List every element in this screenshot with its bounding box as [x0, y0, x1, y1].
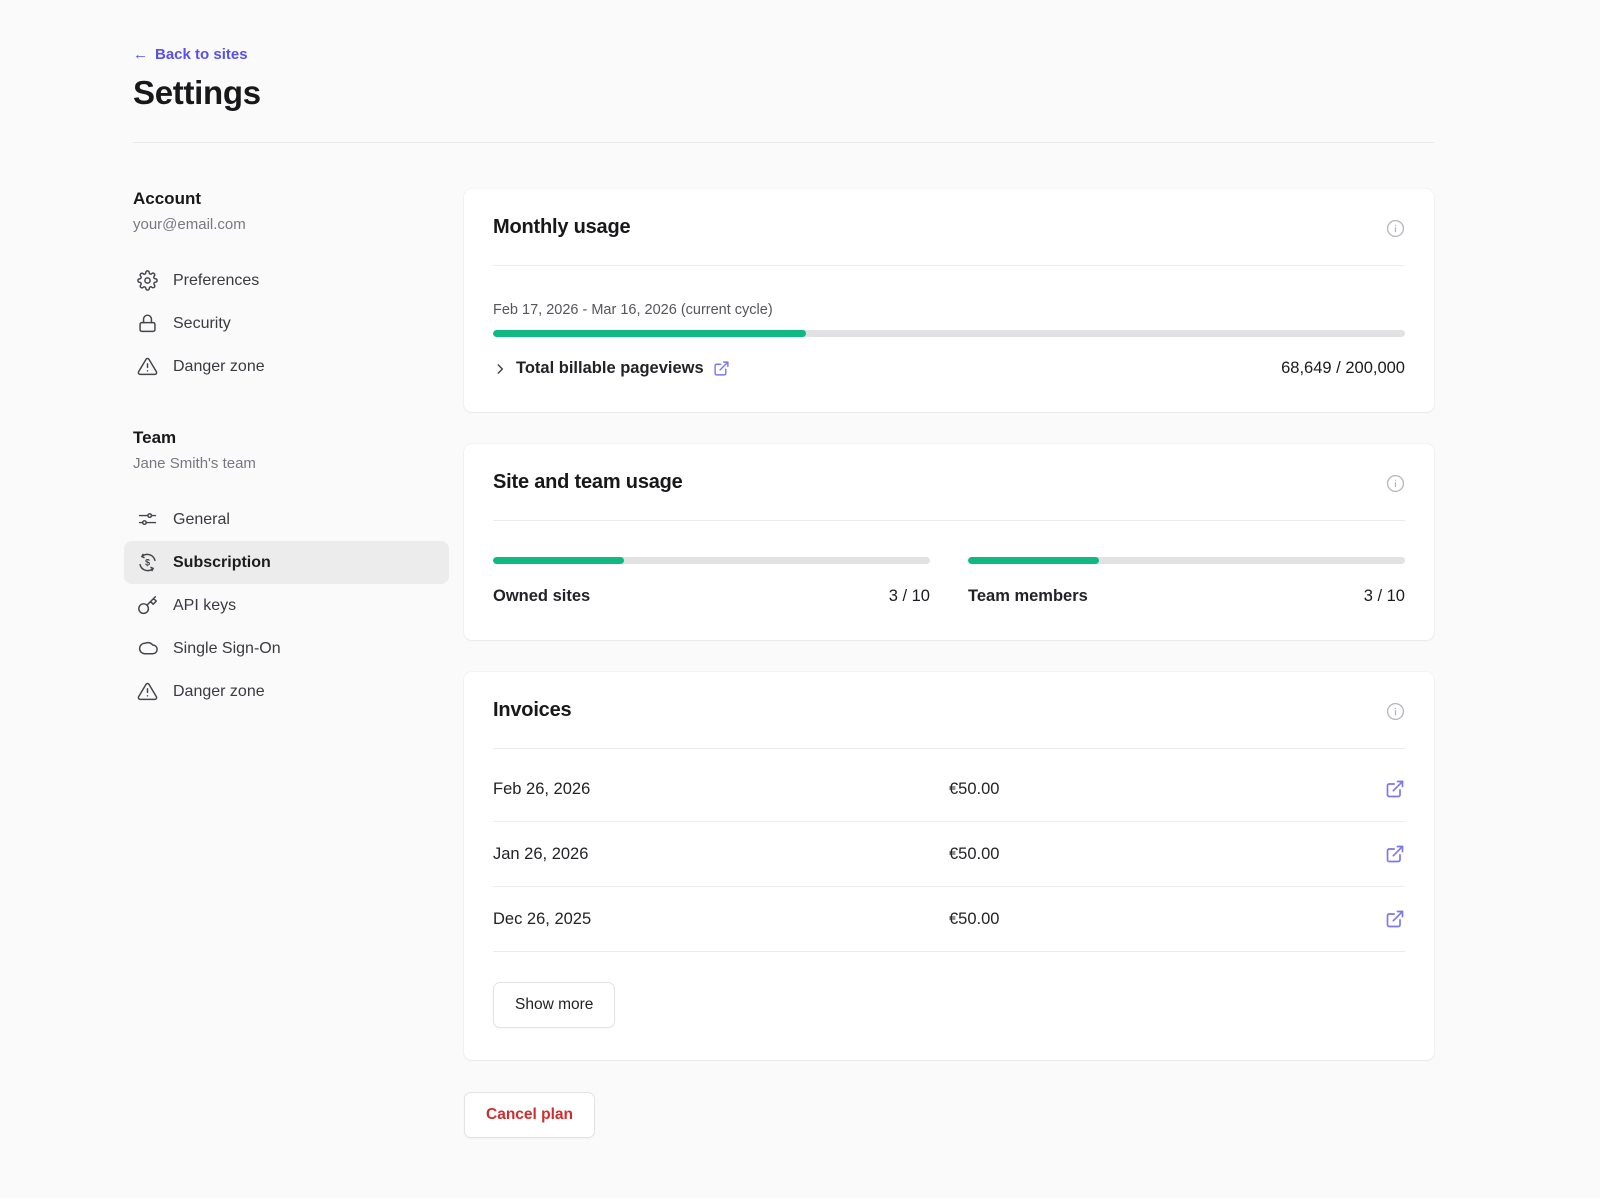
- owned-sites-label: Owned sites: [493, 587, 590, 606]
- team-section: Team Jane Smith's team General $ Subscri…: [133, 428, 440, 713]
- pageviews-progress-fill: [493, 330, 806, 337]
- invoice-amount: €50.00: [949, 910, 1385, 929]
- account-heading: Account: [133, 189, 440, 209]
- team-name: Jane Smith's team: [133, 455, 440, 472]
- settings-sidebar: Account your@email.com Preferences Secur…: [133, 189, 440, 1138]
- sidebar-item-label: Danger zone: [173, 683, 265, 701]
- sliders-icon: [137, 509, 158, 530]
- account-email: your@email.com: [133, 216, 440, 233]
- invoice-date: Jan 26, 2026: [493, 845, 949, 864]
- team-heading: Team: [133, 428, 440, 448]
- warning-triangle-icon: [137, 681, 158, 702]
- billing-cycle-label: Feb 17, 2026 - Mar 16, 2026 (current cyc…: [493, 302, 1405, 318]
- settings-main: Monthly usage Feb 17, 2026 - Mar 16, 202…: [464, 189, 1434, 1138]
- team-members-meter: Team members 3 / 10: [968, 557, 1405, 606]
- sidebar-item-label: Security: [173, 315, 231, 333]
- sidebar-item-single-sign-on[interactable]: Single Sign-On: [124, 627, 449, 670]
- sidebar-item-label: General: [173, 511, 230, 529]
- external-link-icon[interactable]: [1385, 779, 1405, 799]
- billable-pageviews-label[interactable]: Total billable pageviews: [516, 359, 704, 378]
- info-icon[interactable]: [1386, 702, 1405, 721]
- sidebar-item-label: Single Sign-On: [173, 640, 281, 658]
- invoice-row: Jan 26, 2026 €50.00: [493, 822, 1405, 887]
- pageviews-usage-value: 68,649 / 200,000: [1281, 359, 1405, 378]
- site-team-usage-title: Site and team usage: [493, 471, 683, 494]
- sidebar-item-label: Danger zone: [173, 358, 265, 376]
- pageviews-progress-track: [493, 330, 1405, 337]
- invoice-row: Dec 26, 2025 €50.00: [493, 887, 1405, 952]
- settings-page: ← Back to sites Settings Account your@em…: [0, 0, 1600, 1198]
- sidebar-item-api-keys[interactable]: API keys: [124, 584, 449, 627]
- external-link-icon[interactable]: [713, 360, 730, 377]
- invoice-date: Feb 26, 2026: [493, 780, 949, 799]
- page-title: Settings: [133, 74, 1434, 112]
- invoice-date: Dec 26, 2025: [493, 910, 949, 929]
- warning-triangle-icon: [137, 356, 158, 377]
- back-to-sites-link[interactable]: ← Back to sites: [133, 46, 248, 63]
- team-members-progress-track: [968, 557, 1405, 564]
- dollar-refresh-icon: $: [137, 552, 158, 573]
- lock-icon: [137, 313, 158, 334]
- key-icon: [137, 595, 158, 616]
- owned-sites-progress-fill: [493, 557, 624, 564]
- info-icon[interactable]: [1386, 219, 1405, 238]
- sidebar-item-label: Preferences: [173, 272, 259, 290]
- cancel-plan-button[interactable]: Cancel plan: [464, 1092, 595, 1138]
- cloud-icon: [137, 638, 158, 659]
- external-link-icon[interactable]: [1385, 909, 1405, 929]
- sidebar-item-team-danger-zone[interactable]: Danger zone: [124, 670, 449, 713]
- info-icon[interactable]: [1386, 474, 1405, 493]
- back-arrow-icon: ←: [133, 46, 148, 63]
- sidebar-item-label: Subscription: [173, 554, 271, 572]
- team-members-progress-fill: [968, 557, 1099, 564]
- gear-icon: [137, 270, 158, 291]
- sidebar-item-subscription[interactable]: $ Subscription: [124, 541, 449, 584]
- invoice-amount: €50.00: [949, 780, 1385, 799]
- show-more-button[interactable]: Show more: [493, 982, 615, 1028]
- svg-text:$: $: [145, 558, 150, 568]
- account-section: Account your@email.com Preferences Secur…: [133, 189, 440, 388]
- chevron-right-icon[interactable]: [493, 362, 507, 376]
- sidebar-item-preferences[interactable]: Preferences: [124, 259, 449, 302]
- invoice-amount: €50.00: [949, 845, 1385, 864]
- external-link-icon[interactable]: [1385, 844, 1405, 864]
- sidebar-item-account-danger-zone[interactable]: Danger zone: [124, 345, 449, 388]
- invoice-row: Feb 26, 2026 €50.00: [493, 757, 1405, 822]
- site-team-usage-card: Site and team usage Owned sites: [464, 444, 1434, 640]
- sidebar-item-general[interactable]: General: [124, 498, 449, 541]
- sidebar-item-security[interactable]: Security: [124, 302, 449, 345]
- header-divider: [133, 142, 1434, 143]
- team-members-label: Team members: [968, 587, 1088, 606]
- team-members-value: 3 / 10: [1364, 587, 1405, 606]
- owned-sites-meter: Owned sites 3 / 10: [493, 557, 930, 606]
- back-link-label: Back to sites: [155, 46, 248, 63]
- monthly-usage-title: Monthly usage: [493, 216, 630, 239]
- sidebar-item-label: API keys: [173, 597, 236, 615]
- invoices-card: Invoices Feb 26, 2026 €50.00: [464, 672, 1434, 1060]
- invoices-title: Invoices: [493, 699, 571, 722]
- owned-sites-progress-track: [493, 557, 930, 564]
- monthly-usage-card: Monthly usage Feb 17, 2026 - Mar 16, 202…: [464, 189, 1434, 412]
- owned-sites-value: 3 / 10: [889, 587, 930, 606]
